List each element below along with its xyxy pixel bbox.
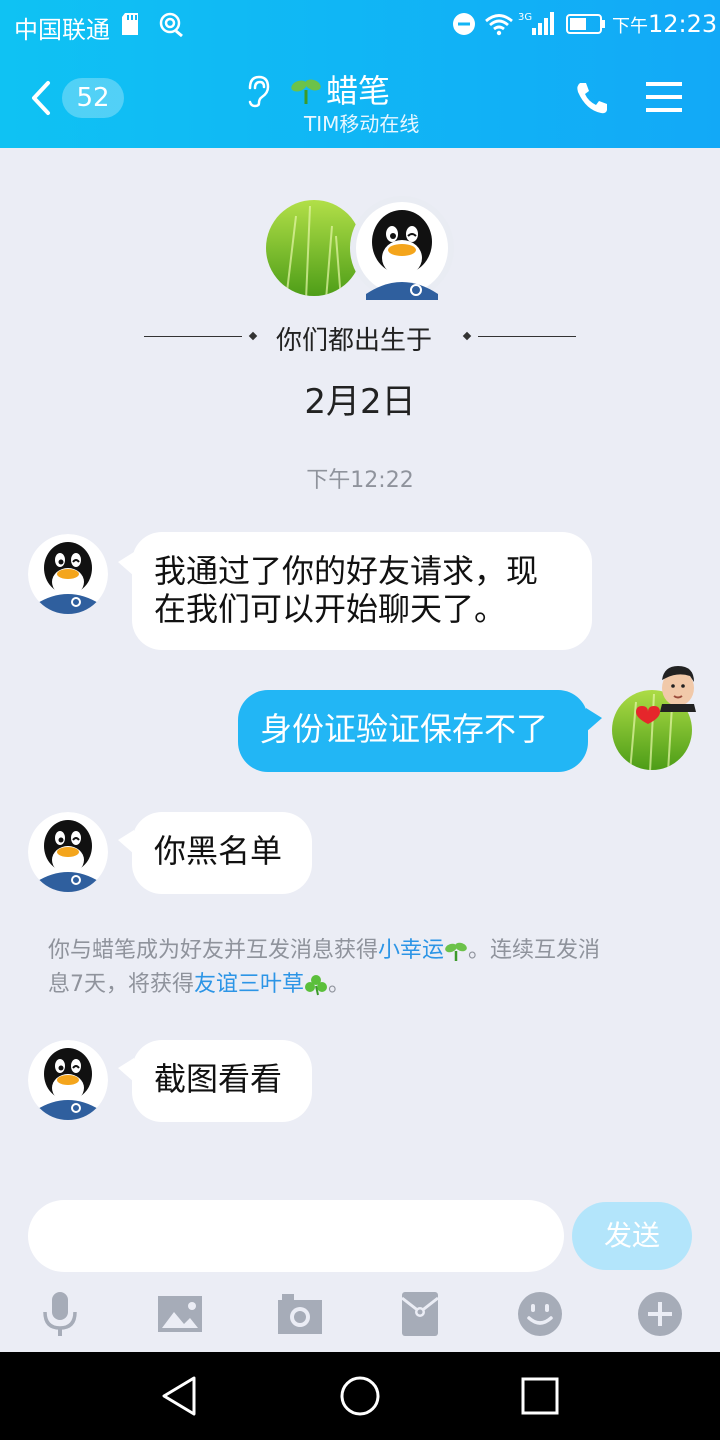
camera-icon[interactable] [276,1290,324,1338]
navigation-bar [0,1352,720,1440]
birthday-divider: 你们都出生于 [0,316,720,356]
message-timestamp: 下午12:22 [306,468,414,493]
divider-line [478,336,576,337]
contact-name[interactable]: 蜡笔 [326,66,390,112]
clover-icon [305,975,328,996]
lucky-link[interactable]: 小幸运 [378,938,444,963]
red-packet-icon[interactable] [396,1290,444,1338]
send-button[interactable]: 发送 [572,1202,692,1270]
top-bar: 中国联通 3G 下午12:23 52 蜡笔 TIM移动在线 [0,0,720,148]
paired-avatars [266,196,454,300]
sprout-icon [445,942,467,961]
nav-back-icon[interactable] [158,1374,202,1418]
unread-count-badge: 52 [62,78,124,118]
ear-icon[interactable] [242,74,272,108]
online-status: TIM移动在线 [304,112,420,136]
image-icon[interactable] [156,1290,204,1338]
plus-icon[interactable] [636,1290,684,1338]
bubble-tail [586,708,602,732]
back-button[interactable]: 52 [28,74,128,122]
message-text: 我通过了你的好友请求，现 [154,552,539,590]
battery-icon [566,14,605,34]
birthday-caption: 你们都出生于 [276,326,433,356]
do-not-disturb-icon [453,13,475,35]
contact-avatar[interactable] [28,534,108,614]
sprout-icon [291,79,321,104]
divider-diamond [462,331,472,341]
contact-avatar[interactable] [28,1040,108,1120]
friendship-notice: 你与蜡笔成为好友并互发消息获得小幸运 。连续互发消 息7天，将获得友谊三叶草。 [48,938,601,997]
birth-date: 2月2日 [304,382,416,422]
microphone-icon[interactable] [36,1290,84,1338]
divider-line [144,336,242,337]
message-text: 截图看看 [154,1060,283,1098]
message-text: 在我们可以开始聊天了。 [154,590,507,628]
message-bubble-incoming[interactable]: 你黑名单 [132,812,312,894]
emoji-icon[interactable] [516,1290,564,1338]
wifi-icon [485,14,513,36]
signal-icon: 3G [518,12,554,35]
sd-card-icon [122,13,138,35]
message-text: 你黑名单 [154,832,283,870]
hotspot-icon [159,12,183,37]
message-bubble-incoming[interactable]: 我通过了你的好友请求，现 在我们可以开始聊天了。 [132,532,592,650]
clover-link[interactable]: 友谊三叶草 [194,972,304,997]
status-bar: 中国联通 3G 下午12:23 [0,0,720,50]
nav-recents-icon[interactable] [518,1374,562,1418]
my-avatar[interactable] [610,662,700,772]
message-input[interactable] [28,1200,564,1272]
message-bubble-incoming[interactable]: 截图看看 [132,1040,312,1122]
carrier-name: 中国联通 [14,16,110,44]
nav-home-icon[interactable] [338,1374,382,1418]
network-type: 3G [518,12,532,23]
menu-icon[interactable] [646,80,682,114]
status-clock: 下午12:23 [612,10,718,38]
phone-icon[interactable] [574,80,610,116]
message-bubble-outgoing[interactable]: 身份证验证保存不了 [238,690,588,772]
divider-diamond [248,331,258,341]
message-text: 身份证验证保存不了 [260,710,549,748]
chevron-left-icon [32,81,50,115]
contact-avatar[interactable] [28,812,108,892]
